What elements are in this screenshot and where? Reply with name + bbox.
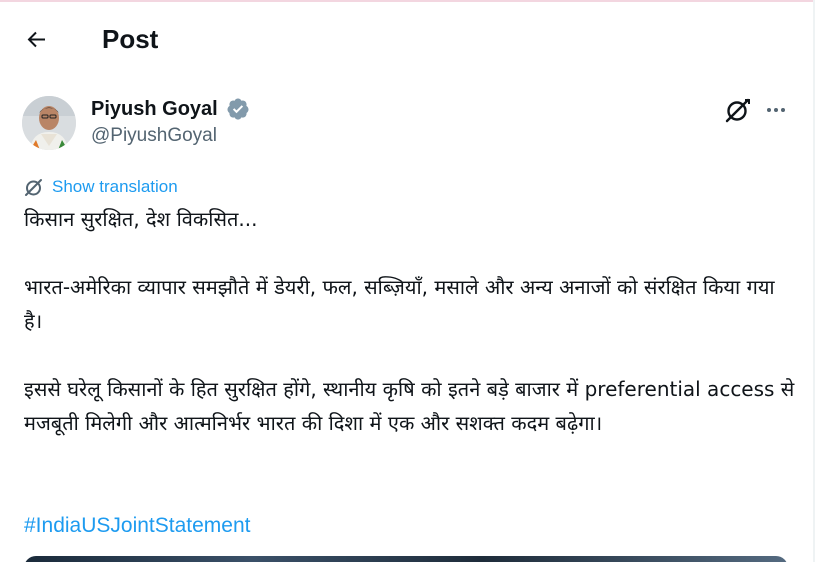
post-paragraph: भारत-अमेरिका व्यापार समझौते में डेयरी, फ… [24, 275, 781, 333]
arrow-left-icon [27, 31, 45, 48]
post-paragraph: किसान सुरक्षित, देश विकसित... [24, 207, 258, 231]
author-name[interactable]: Piyush Goyal [91, 96, 218, 122]
hashtag-link[interactable]: #IndiaUSJointStatement [24, 509, 250, 543]
back-button[interactable] [20, 22, 54, 56]
page-title: Post [102, 24, 159, 54]
top-divider [0, 0, 815, 2]
avatar-photo [22, 96, 76, 150]
grok-icon[interactable] [724, 96, 752, 124]
post-detail-view: Post Piyush Goyal @PiyushGoyal Show tran… [0, 0, 815, 562]
more-options-icon [767, 108, 785, 112]
verified-badge-icon [227, 98, 249, 120]
translate-icon [25, 179, 42, 196]
avatar[interactable] [22, 96, 76, 150]
post-paragraph: इससे घरेलू किसानों के हित सुरक्षित होंगे… [24, 377, 801, 435]
show-translation-link[interactable]: Show translation [24, 175, 178, 199]
post-text: किसान सुरक्षित, देश विकसित... भारत-अमेरि… [24, 202, 799, 440]
more-options-button[interactable] [764, 98, 788, 122]
post-media-image[interactable] [24, 556, 788, 562]
page-header: Post [0, 8, 813, 68]
show-translation-label: Show translation [52, 177, 178, 196]
author-handle[interactable]: @PiyushGoyal [91, 123, 217, 149]
